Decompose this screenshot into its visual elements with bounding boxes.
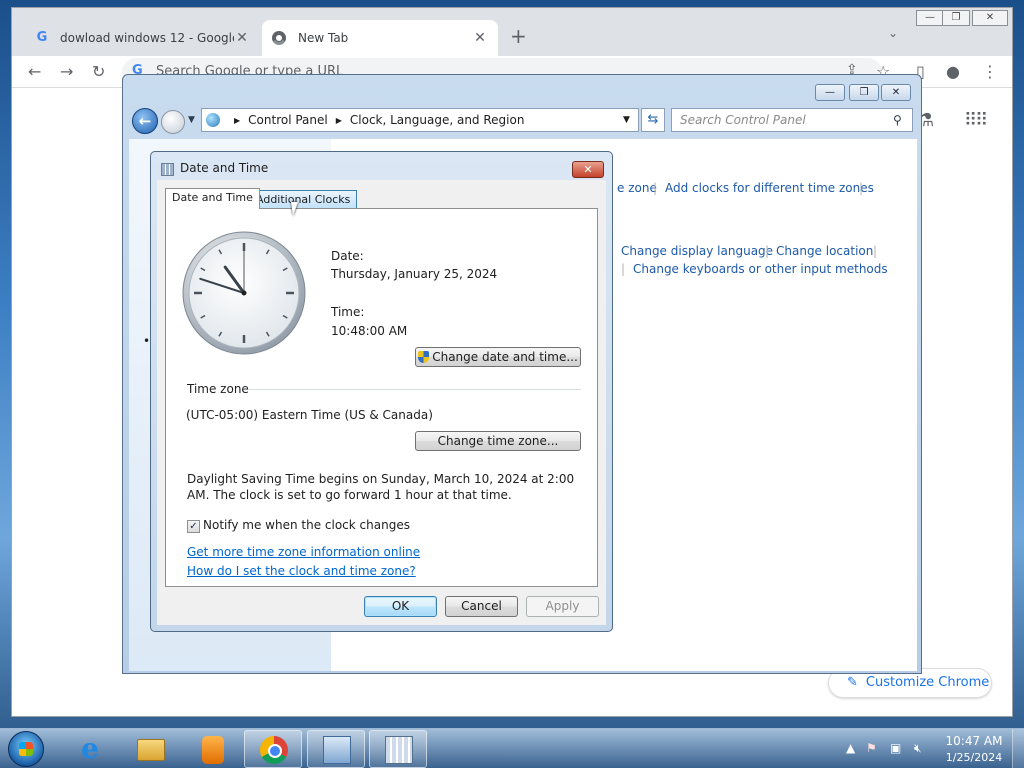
link-change-display-language[interactable]: Change display language	[621, 244, 773, 258]
taskbar-internet-explorer[interactable]: e	[60, 730, 118, 768]
taskbar-clock-time[interactable]: 10:47 AM	[944, 734, 1004, 748]
action-center-icon[interactable]: ⚑	[866, 741, 877, 755]
forward-icon[interactable]: →	[60, 62, 73, 81]
minimize-button[interactable]: —	[815, 84, 845, 101]
close-button[interactable]: ✕	[572, 161, 604, 178]
taskbar-media-player[interactable]	[182, 730, 240, 768]
close-tab-icon[interactable]: ✕	[234, 30, 250, 46]
back-icon[interactable]: ←	[28, 62, 41, 81]
address-dropdown-icon[interactable]: ▼	[623, 115, 630, 125]
search-icon[interactable]: ⚲	[893, 113, 902, 127]
chrome-icon	[272, 31, 286, 45]
link-add-clocks[interactable]: Add clocks for different time zones	[665, 181, 874, 195]
customize-label: Customize Chrome	[865, 675, 990, 690]
maximize-button[interactable]: ❐	[942, 10, 970, 26]
taskbar-google-chrome[interactable]	[244, 730, 302, 768]
menu-icon[interactable]: ⋮	[982, 62, 998, 81]
control-panel-icon	[323, 736, 351, 764]
google-g-icon: G	[36, 30, 48, 45]
control-panel-icon	[206, 113, 220, 127]
link-change-location[interactable]: Change location	[776, 244, 873, 258]
notify-checkbox[interactable]: ✓	[187, 520, 200, 533]
chrome-icon	[260, 736, 288, 764]
network-icon[interactable]: ▣	[890, 741, 901, 755]
separator: |	[621, 262, 626, 276]
separator: |	[653, 181, 658, 195]
close-button[interactable]: ✕	[972, 10, 1008, 26]
taskbar-clock-date[interactable]: 1/25/2024	[944, 751, 1004, 764]
chrome-tab-strip: G dowload windows 12 - Google Search ✕ N…	[12, 8, 1012, 56]
tab-new-tab[interactable]: New Tab ✕	[262, 20, 498, 56]
tab-title: dowload windows 12 - Google Search	[60, 31, 234, 45]
breadcrumb-control-panel[interactable]: Control Panel	[248, 113, 328, 127]
profile-icon[interactable]: ●	[946, 62, 960, 81]
maximize-button[interactable]: ❐	[849, 84, 879, 101]
link-time-zone-info[interactable]: Get more time zone information online	[187, 545, 420, 559]
tab-title: New Tab	[298, 31, 349, 45]
address-bar[interactable]: ▶ Control Panel ▶ Clock, Language, and R…	[201, 108, 639, 132]
folder-icon	[137, 739, 165, 761]
tab-google-search[interactable]: G dowload windows 12 - Google Search ✕	[24, 20, 260, 56]
divider	[248, 389, 581, 390]
cancel-button[interactable]: Cancel	[445, 596, 518, 617]
timezone-value: (UTC-05:00) Eastern Time (US & Canada)	[186, 408, 433, 422]
date-label: Date:	[331, 249, 364, 263]
new-tab-button[interactable]: +	[510, 24, 527, 48]
separator: |	[859, 181, 864, 195]
uac-shield-icon	[418, 351, 430, 363]
search-input[interactable]: Search Control Panel	[671, 108, 913, 132]
dst-notice: Daylight Saving Time begins on Sunday, M…	[187, 472, 575, 502]
calendar-clock-icon	[161, 163, 174, 176]
link-change-keyboards[interactable]: Change keyboards or other input methods	[633, 262, 888, 276]
tab-date-and-time[interactable]: Date and Time	[165, 188, 260, 209]
start-button[interactable]	[8, 731, 44, 767]
date-value: Thursday, January 25, 2024	[331, 267, 498, 281]
refresh-button[interactable]: ⇆	[641, 108, 665, 132]
history-dropdown-icon[interactable]: ▼	[188, 115, 195, 125]
taskbar-file-explorer[interactable]	[121, 730, 179, 768]
analog-clock	[182, 231, 306, 355]
clock-center	[241, 290, 247, 296]
date-time-dialog: Date and Time ✕ Date and Time Additional…	[150, 151, 613, 632]
link-time-zone[interactable]: e zone	[617, 181, 657, 195]
change-date-time-button[interactable]: Change date and time...	[415, 347, 581, 367]
tab-panel: Date: Thursday, January 25, 2024 Time: 1…	[165, 208, 598, 587]
dialog-body: Date and Time Additional Clocks Date: Th…	[157, 180, 606, 625]
change-time-zone-button[interactable]: Change time zone...	[415, 431, 581, 451]
tab-additional-clocks[interactable]: Additional Clocks	[249, 190, 358, 209]
chevron-down-icon[interactable]: ⌄	[888, 26, 898, 40]
button-label: Change date and time...	[432, 350, 578, 364]
back-button[interactable]: ←	[132, 108, 158, 134]
internet-explorer-icon: e	[81, 732, 99, 765]
calendar-clock-icon	[385, 736, 413, 764]
close-button[interactable]: ✕	[881, 84, 911, 101]
separator: |	[873, 244, 878, 258]
volume-muted-icon[interactable]: 🔇︎	[914, 741, 922, 756]
forward-button[interactable]	[161, 110, 185, 134]
link-how-to-set-clock[interactable]: How do I set the clock and time zone?	[187, 564, 416, 578]
ok-button[interactable]: OK	[364, 596, 437, 617]
taskbar-date-and-time[interactable]	[369, 730, 427, 768]
taskbar: e ▲ ⚑ ▣ 🔇︎ 10:47 AM 1/25/2024	[0, 728, 1024, 768]
minimize-button[interactable]: —	[916, 10, 944, 26]
pencil-icon: ✎	[847, 675, 858, 690]
apply-button[interactable]: Apply	[526, 596, 599, 617]
close-tab-icon[interactable]: ✕	[472, 30, 488, 46]
breadcrumb-arrow-icon[interactable]: ▶	[336, 116, 342, 125]
time-label: Time:	[331, 305, 365, 319]
timezone-heading: Time zone	[187, 382, 249, 396]
apps-grid-icon[interactable]: ⠿⠿	[964, 110, 988, 131]
time-value: 10:48:00 AM	[331, 324, 408, 338]
separator: |	[765, 244, 770, 258]
media-player-icon	[202, 736, 224, 764]
show-desktop-button[interactable]	[1012, 729, 1024, 768]
notify-label[interactable]: Notify me when the clock changes	[203, 518, 410, 532]
show-hidden-icons-icon[interactable]: ▲	[846, 741, 855, 755]
dialog-title: Date and Time	[180, 161, 269, 175]
reload-icon[interactable]: ↻	[92, 62, 105, 81]
breadcrumb-clock-language-region[interactable]: Clock, Language, and Region	[350, 113, 525, 127]
taskbar-control-panel[interactable]	[307, 730, 365, 768]
breadcrumb-arrow-icon[interactable]: ▶	[234, 116, 240, 125]
